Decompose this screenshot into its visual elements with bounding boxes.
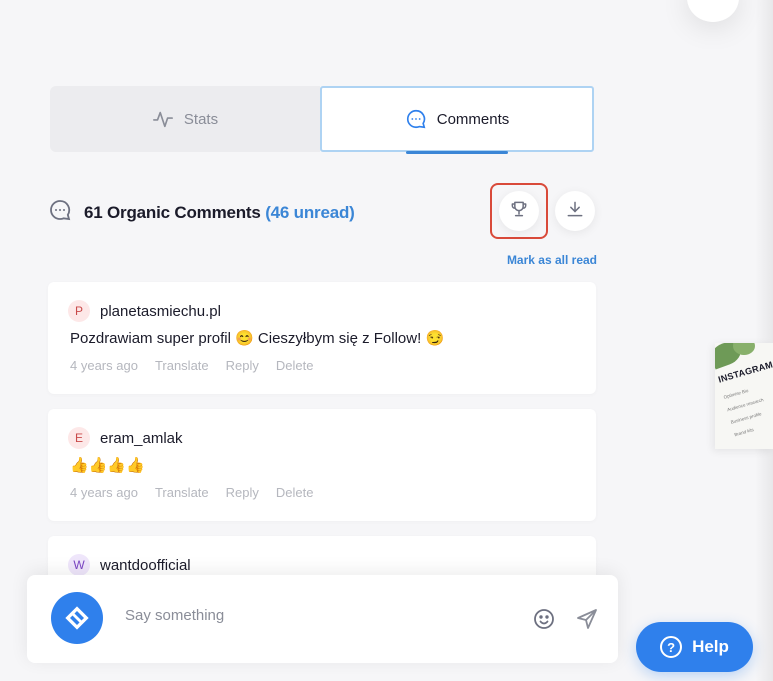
help-question-icon: ? [660,636,683,658]
reply-link[interactable]: Reply [226,485,259,500]
tab-stats[interactable]: Stats [50,86,320,152]
avatar: W [68,554,90,576]
comment-actions: 4 years ago Translate Reply Delete [70,358,313,373]
translate-link[interactable]: Translate [155,358,209,373]
activity-icon [152,108,174,130]
tab-comments-label: Comments [436,110,510,128]
comments-count: 61 Organic Comments [84,202,261,222]
thumbnail-list-item: Audience research [726,397,765,413]
comment-input[interactable] [125,607,425,624]
avatar: P [68,300,90,322]
comment-actions: 4 years ago Translate Reply Delete [70,485,313,500]
comment-username[interactable]: wantdoofficial [100,557,191,574]
thumbnail-list-item: Brand kits [733,426,755,438]
top-floating-circle [687,0,739,22]
thumbnail-list-item: Optimise Bio [723,387,749,400]
comment-text: 👍👍👍👍 [70,457,145,474]
avatar: E [68,427,90,449]
emoji-icon[interactable] [532,607,556,636]
thumbnail-list-item: Business profile [730,411,763,425]
comment-time: 4 years ago [70,358,138,373]
send-icon[interactable] [575,607,599,636]
comment-username[interactable]: eram_amlak [100,430,183,447]
help-button[interactable]: ? Help [636,622,753,672]
unread-count: (46 unread) [265,202,355,222]
comment-card: E eram_amlak 👍👍👍👍 4 years ago Translate … [48,409,596,521]
tab-comments[interactable]: Comments [320,86,594,154]
reply-link[interactable]: Reply [226,358,259,373]
comments-icon [48,198,72,227]
brand-logo-icon [51,592,103,644]
translate-link[interactable]: Translate [155,485,209,500]
delete-link[interactable]: Delete [276,485,314,500]
comment-time: 4 years ago [70,485,138,500]
active-tab-indicator [406,151,508,154]
download-button[interactable] [555,191,595,231]
thumbnail-list: Optimise Bio Audience research Business … [723,385,773,445]
panel-edge-shadow [755,0,773,681]
delete-link[interactable]: Delete [276,358,314,373]
chat-bubble-icon [405,108,427,130]
mark-all-read-link[interactable]: Mark as all read [507,253,597,267]
tab-bar: Stats Comments [50,86,594,154]
comment-text: Pozdrawiam super profil 😊 Cieszyłbym się… [70,330,445,347]
comment-username[interactable]: planetasmiechu.pl [100,303,221,320]
comment-card: P planetasmiechu.pl Pozdrawiam super pro… [48,282,596,394]
tab-stats-label: Stats [183,110,219,128]
instagram-thumbnail[interactable]: INSTAGRAM Optimise Bio Audience research… [715,343,773,449]
help-label: Help [692,637,729,656]
comments-header: 61 Organic Comments (46 unread) [48,198,355,227]
download-icon [565,199,585,224]
trophy-icon [509,199,529,224]
trophy-button[interactable] [499,191,539,231]
comment-composer [27,575,618,663]
